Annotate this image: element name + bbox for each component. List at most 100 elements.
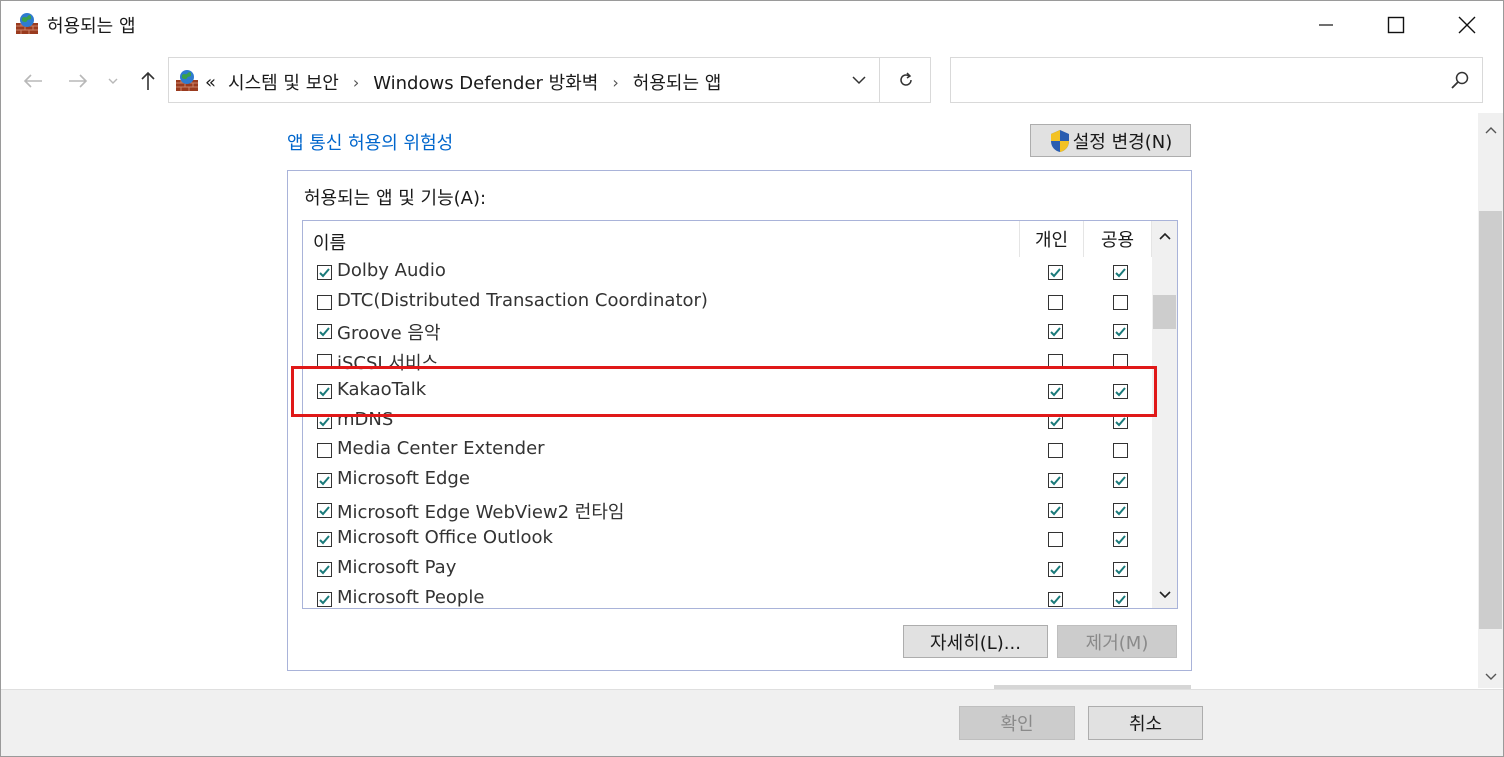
public-checkbox[interactable] bbox=[1113, 294, 1128, 310]
breadcrumb-overflow[interactable]: « bbox=[205, 72, 216, 93]
close-button[interactable] bbox=[1432, 1, 1502, 49]
checkmark-icon bbox=[319, 476, 330, 486]
enable-checkbox[interactable] bbox=[317, 532, 332, 548]
up-button[interactable] bbox=[134, 67, 162, 95]
recent-locations-button[interactable] bbox=[103, 67, 123, 95]
breadcrumb-system-security[interactable]: 시스템 및 보안 bbox=[228, 69, 339, 95]
enable-checkbox[interactable] bbox=[317, 324, 332, 340]
breadcrumb-defender-firewall[interactable]: Windows Defender 방화벽 bbox=[373, 69, 598, 95]
firewall-app-icon bbox=[16, 13, 38, 34]
allowed-apps-group: 허용되는 앱 및 기능(A): 이름 개인 공용 Dolby Audio DTC(… bbox=[287, 170, 1192, 671]
column-header-private-label: 개인 bbox=[1034, 230, 1069, 251]
page-scroll-thumb[interactable] bbox=[1479, 211, 1502, 629]
enable-checkbox[interactable] bbox=[317, 472, 332, 488]
private-checkbox[interactable] bbox=[1048, 502, 1063, 518]
checkmark-icon bbox=[1115, 565, 1126, 575]
back-button[interactable] bbox=[19, 67, 47, 95]
checkmark-icon bbox=[319, 595, 330, 605]
enable-checkbox[interactable] bbox=[317, 294, 332, 310]
chevron-up-icon bbox=[1158, 232, 1171, 240]
list-item[interactable]: Media Center Extender bbox=[303, 436, 1152, 466]
list-scroll-thumb[interactable] bbox=[1153, 295, 1176, 329]
enable-checkbox[interactable] bbox=[317, 265, 332, 280]
list-scroll-down[interactable] bbox=[1152, 584, 1177, 606]
list-item[interactable]: DTC(Distributed Transaction Coordinator) bbox=[303, 288, 1152, 318]
cancel-button[interactable]: 취소 bbox=[1088, 706, 1203, 740]
list-item[interactable]: Microsoft Edge WebView2 런타임 bbox=[303, 496, 1152, 526]
list-item[interactable]: Microsoft People bbox=[303, 585, 1152, 608]
allowed-apps-window: 허용되는 앱 « 시스템 및 보안 › Windows Defender 방화벽… bbox=[0, 0, 1504, 757]
app-name: Microsoft Edge WebView2 런타임 bbox=[337, 501, 625, 523]
enable-checkbox[interactable] bbox=[317, 502, 332, 518]
checkmark-icon bbox=[1115, 595, 1126, 605]
forward-arrow-icon bbox=[69, 74, 88, 88]
private-checkbox[interactable] bbox=[1048, 265, 1063, 280]
enable-checkbox[interactable] bbox=[317, 591, 332, 607]
checkmark-icon bbox=[319, 535, 330, 545]
page-scrollbar[interactable] bbox=[1478, 113, 1503, 688]
public-checkbox[interactable] bbox=[1113, 265, 1128, 280]
list-item[interactable]: Microsoft Pay bbox=[303, 555, 1152, 585]
public-checkbox[interactable] bbox=[1113, 532, 1128, 548]
firewall-location-icon bbox=[176, 70, 198, 91]
public-checkbox[interactable] bbox=[1113, 324, 1128, 340]
minimize-button[interactable] bbox=[1291, 1, 1361, 49]
chevron-down-icon bbox=[1158, 591, 1171, 599]
checkmark-icon bbox=[1115, 535, 1126, 545]
checkmark-icon bbox=[319, 505, 330, 516]
chevron-down-icon bbox=[108, 78, 118, 84]
list-item[interactable]: Microsoft Office Outlook bbox=[303, 525, 1152, 555]
cancel-label: 취소 bbox=[1128, 714, 1163, 735]
public-checkbox[interactable] bbox=[1113, 472, 1128, 488]
enable-checkbox[interactable] bbox=[317, 562, 332, 577]
search-input[interactable] bbox=[950, 57, 1483, 103]
risk-link[interactable]: 앱 통신 허용의 위험성 bbox=[287, 129, 453, 155]
list-scroll-up[interactable] bbox=[1152, 225, 1177, 247]
public-checkbox[interactable] bbox=[1113, 502, 1128, 518]
ok-button[interactable]: 확인 bbox=[959, 706, 1075, 740]
private-checkbox[interactable] bbox=[1048, 591, 1063, 607]
public-checkbox[interactable] bbox=[1113, 591, 1128, 607]
private-checkbox[interactable] bbox=[1048, 443, 1063, 459]
change-settings-button[interactable]: 설정 변경(N) bbox=[1030, 124, 1191, 157]
breadcrumb-allowed-apps[interactable]: 허용되는 앱 bbox=[633, 69, 722, 95]
checkmark-icon bbox=[1050, 565, 1061, 575]
column-header-public[interactable]: 공용 bbox=[1083, 221, 1152, 257]
breadcrumb-separator[interactable]: › bbox=[353, 73, 359, 92]
column-header-name[interactable]: 이름 bbox=[313, 229, 346, 255]
maximize-button[interactable] bbox=[1361, 1, 1431, 49]
maximize-icon bbox=[1387, 16, 1405, 34]
checkmark-icon bbox=[1115, 268, 1126, 278]
highlight-box bbox=[291, 366, 1157, 417]
address-bar[interactable]: « 시스템 및 보안 › Windows Defender 방화벽 › 허용되는… bbox=[168, 57, 931, 103]
app-name: Microsoft Office Outlook bbox=[337, 527, 553, 549]
page-scroll-up[interactable] bbox=[1478, 119, 1503, 141]
window-title: 허용되는 앱 bbox=[47, 16, 136, 37]
breadcrumb-separator[interactable]: › bbox=[612, 73, 618, 92]
list-item[interactable]: Groove 음악 bbox=[303, 317, 1152, 347]
forward-button[interactable] bbox=[64, 67, 92, 95]
navigation-bar: « 시스템 및 보안 › Windows Defender 방화벽 › 허용되는… bbox=[1, 49, 1503, 111]
checkmark-icon bbox=[319, 416, 330, 426]
ok-label: 확인 bbox=[1000, 714, 1034, 735]
details-button[interactable]: 자세히(L)... bbox=[903, 625, 1048, 658]
private-checkbox[interactable] bbox=[1048, 324, 1063, 340]
public-checkbox[interactable] bbox=[1113, 443, 1128, 459]
list-item[interactable]: Dolby Audio bbox=[303, 258, 1152, 288]
private-checkbox[interactable] bbox=[1048, 472, 1063, 488]
enable-checkbox[interactable] bbox=[317, 443, 332, 459]
private-checkbox[interactable] bbox=[1048, 294, 1063, 310]
list-item[interactable]: Microsoft Edge bbox=[303, 466, 1152, 496]
refresh-button[interactable] bbox=[879, 58, 931, 102]
remove-button[interactable]: 제거(M) bbox=[1057, 625, 1177, 658]
page-scroll-down[interactable] bbox=[1478, 666, 1503, 688]
checkmark-icon bbox=[1050, 327, 1061, 337]
column-header-private[interactable]: 개인 bbox=[1019, 221, 1083, 257]
address-dropdown-button[interactable] bbox=[839, 58, 879, 102]
public-checkbox[interactable] bbox=[1113, 562, 1128, 577]
column-header-public-label: 공용 bbox=[1100, 230, 1135, 251]
close-icon bbox=[1458, 16, 1476, 34]
private-checkbox[interactable] bbox=[1048, 562, 1063, 577]
group-label: 허용되는 앱 및 기능(A): bbox=[304, 188, 487, 209]
private-checkbox[interactable] bbox=[1048, 532, 1063, 548]
